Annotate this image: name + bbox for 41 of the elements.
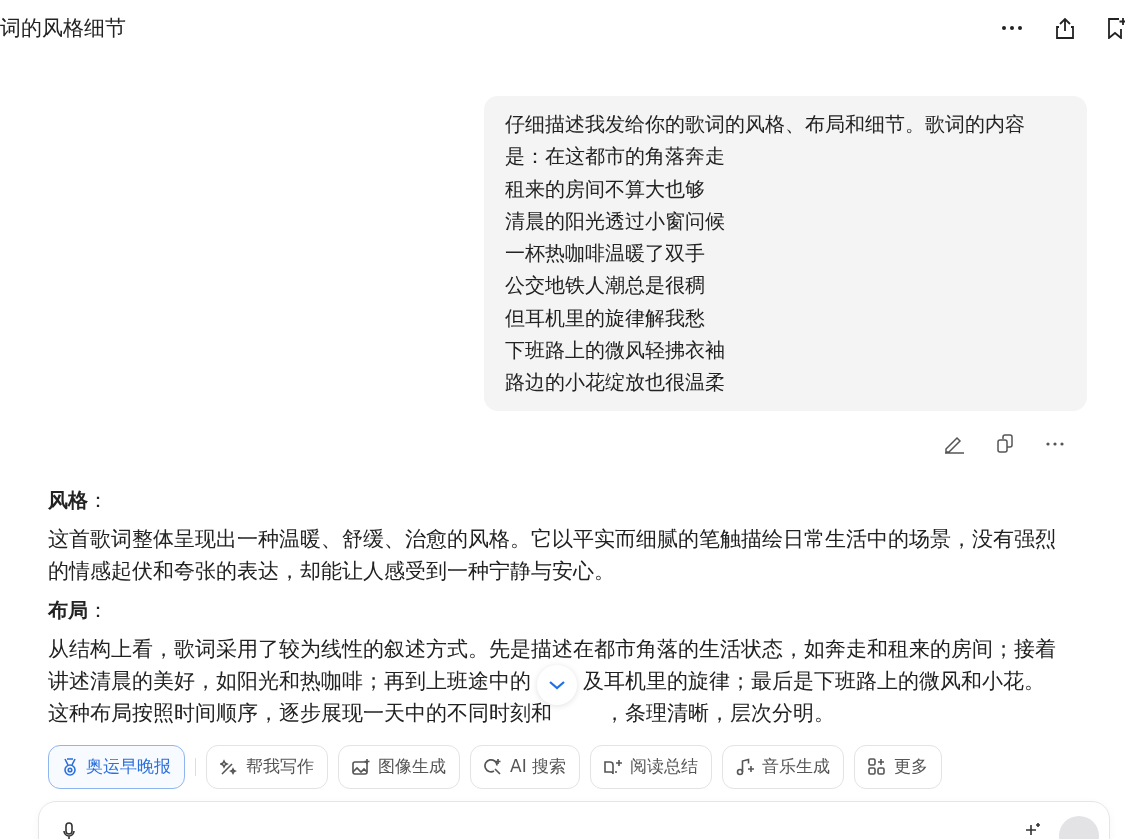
more-icon[interactable]: [1001, 25, 1023, 31]
answer-text: 的情感起伏和夸张的表达，却能让人感受到一种宁静与安心。: [48, 557, 615, 585]
apps-icon: [868, 757, 887, 776]
chevron-down-icon: [548, 679, 566, 690]
message-line: 是：在这都市的角落奔走: [505, 143, 726, 171]
answer-text: 这首歌词整体呈现出一种温暖、舒缓、治愈的风格。它以平实而细腻的笔触描绘日常生活中的场景，没有强烈: [48, 525, 1056, 553]
sparkle-icon[interactable]: [1025, 821, 1041, 838]
message-line: 公交地铁人潮总是很稠: [505, 272, 706, 300]
bookmark-plus-icon[interactable]: [1107, 17, 1125, 39]
skill-chip[interactable]: 阅读总结: [590, 744, 713, 789]
skill-chip[interactable]: 图像生成: [338, 744, 460, 789]
section-heading: 布局：: [48, 596, 109, 624]
message-line: 但耳机里的旋律解我愁: [505, 304, 706, 332]
answer-text: 从结构上看，歌词采用了较为线性的叙述方式。先是描述在都市角落的生活状态，如奔走和租来的房间；接着: [48, 635, 1056, 663]
copy-icon[interactable]: [997, 434, 1014, 454]
share-icon[interactable]: [1055, 17, 1075, 39]
answer-text: 这种布局按照时间顺序，逐步展现一天中的不同时刻和: [48, 699, 552, 727]
more-icon[interactable]: [1046, 441, 1064, 446]
medal-icon: [62, 757, 78, 776]
music-note-icon: [736, 757, 755, 776]
magic-pen-icon: [220, 757, 238, 776]
skill-chip[interactable]: 帮我写作: [206, 744, 328, 789]
message-line: 路边的小花绽放也很温柔: [505, 369, 726, 397]
message-line: 下班路上的微风轻拂衣袖: [505, 337, 726, 365]
message-line: 清晨的阳光透过小窗问候: [505, 207, 726, 235]
skill-chip[interactable]: 更多: [854, 744, 943, 789]
answer-text: 讲述清晨的美好，如阳光和热咖啡；再到上班途中的: [48, 667, 531, 695]
skill-chip[interactable]: 奥运早晚报: [48, 744, 185, 789]
skill-chip[interactable]: 音乐生成: [722, 744, 845, 789]
answer-text: ，条理清晰，层次分明。: [604, 699, 835, 727]
answer-text: 及耳机里的旋律；最后是下班路上的微风和小花。: [583, 667, 1045, 695]
skill-chip[interactable]: AI 搜索: [470, 744, 581, 789]
chat-title: 词的风格细节: [0, 15, 126, 42]
section-heading: 风格：: [48, 486, 109, 514]
book-icon: [604, 758, 623, 775]
message-line: 租来的房间不算大也够: [505, 175, 706, 203]
image-icon: [352, 758, 370, 775]
message-line: 仔细描述我发给你的歌词的风格、布局和细节。歌词的内容: [505, 111, 1026, 138]
search-icon: [484, 757, 502, 776]
microphone-icon[interactable]: [63, 821, 75, 839]
message-line: 一杯热咖啡温暖了双手: [505, 240, 706, 268]
